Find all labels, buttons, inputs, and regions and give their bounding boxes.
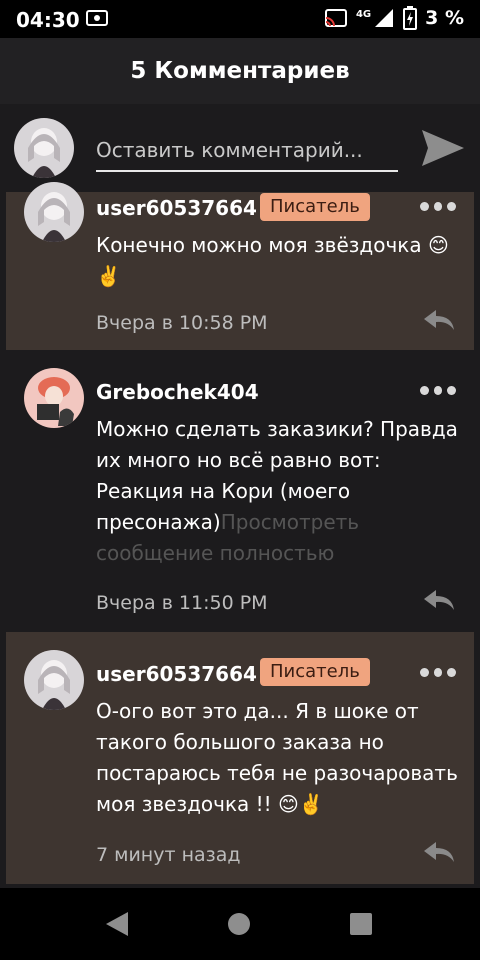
comments-header: 5 Комментариев	[0, 38, 480, 105]
comment-item: user60537664 Писатель Конечно можно моя …	[6, 182, 474, 350]
recents-icon[interactable]	[350, 913, 372, 935]
comment-text: Можно сделать заказики? Правда их много …	[96, 414, 466, 569]
status-bar: 04:30 4G 3 %	[0, 0, 480, 38]
signal-icon	[375, 9, 394, 27]
current-user-avatar	[14, 118, 74, 178]
comment-username[interactable]: user60537664	[96, 662, 257, 686]
comment-time: Вчера в 11:50 PM	[96, 592, 268, 614]
notification-app-icon	[86, 10, 108, 26]
reply-arrow-icon[interactable]	[422, 840, 456, 864]
reply-arrow-icon[interactable]	[422, 588, 456, 612]
comment-text: Конечно можно моя звёздочка 😊✌️	[96, 233, 449, 288]
comment-item: Grebochek404 Можно сделать заказики? Пра…	[6, 350, 474, 630]
cast-icon	[324, 9, 347, 27]
status-icons: 4G 3 %	[324, 6, 464, 30]
reply-arrow-icon[interactable]	[422, 308, 456, 332]
comment-avatar[interactable]	[24, 368, 84, 428]
more-dots-icon[interactable]	[420, 386, 457, 396]
more-dots-icon[interactable]	[420, 668, 457, 678]
comment-avatar[interactable]	[24, 650, 84, 710]
comment-time: Вчера в 10:58 PM	[96, 312, 268, 334]
page-title: 5 Комментариев	[130, 58, 350, 84]
comment-item: user60537664 Писатель О-ого вот это да..…	[6, 632, 474, 884]
battery-percent: 3 %	[425, 7, 464, 29]
system-nav-bar	[0, 888, 480, 960]
comment-time: 7 минут назад	[96, 844, 241, 866]
compose-bar	[0, 104, 480, 192]
status-time: 04:30	[16, 8, 80, 32]
comment-input[interactable]	[96, 130, 398, 172]
comment-text: О-ого вот это да... Я в шоке от такого б…	[96, 699, 458, 816]
comment-username[interactable]: user60537664	[96, 196, 257, 220]
comment-avatar[interactable]	[24, 182, 84, 242]
writer-badge: Писатель	[260, 658, 370, 686]
network-type: 4G	[355, 8, 372, 20]
home-icon[interactable]	[228, 913, 250, 935]
more-dots-icon[interactable]	[420, 202, 457, 212]
send-icon[interactable]	[418, 126, 466, 170]
back-icon[interactable]	[104, 910, 130, 938]
battery-icon	[403, 6, 418, 30]
comment-username[interactable]: Grebochek404	[96, 380, 259, 404]
writer-badge: Писатель	[260, 193, 370, 221]
